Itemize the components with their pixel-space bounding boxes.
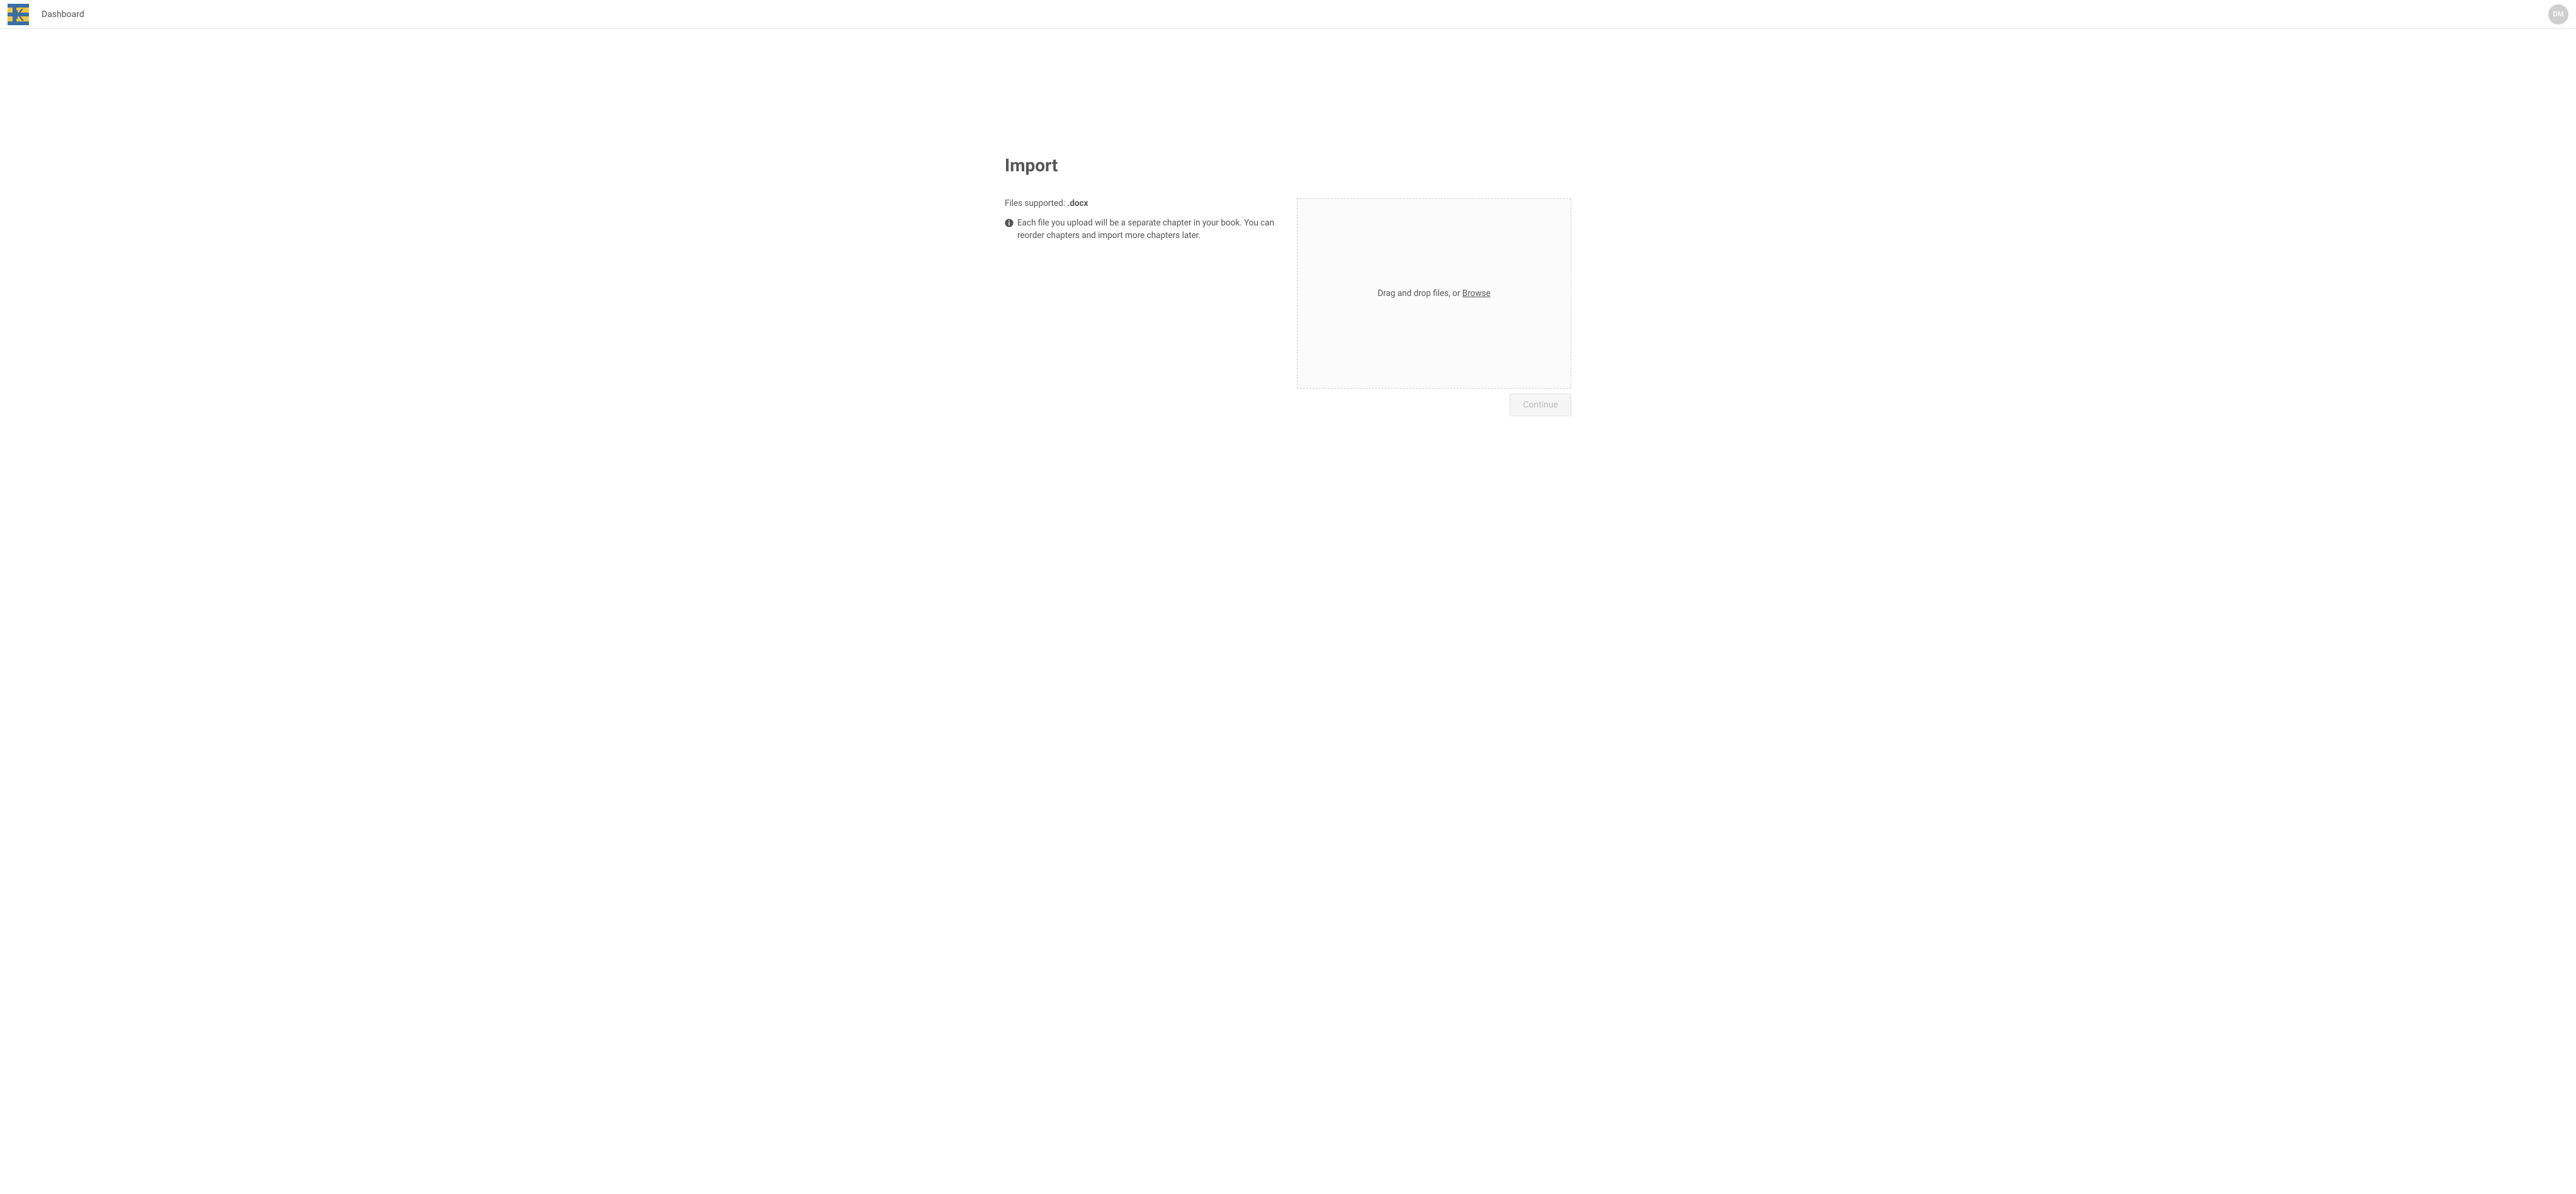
info-note: Each file you upload will be a separate … <box>1005 217 1278 242</box>
app-logo-icon[interactable] <box>8 4 29 25</box>
files-supported-ext: .docx <box>1067 198 1088 208</box>
nav-dashboard-link[interactable]: Dashboard <box>42 9 84 20</box>
continue-button[interactable]: Continue <box>1510 394 1571 416</box>
info-note-text: Each file you upload will be a separate … <box>1017 217 1278 242</box>
import-container: Import Files supported: .docx Each file … <box>1005 155 1571 416</box>
import-body: Files supported: .docx Each file you upl… <box>1005 198 1571 416</box>
action-row: Continue <box>1297 394 1571 416</box>
import-info-column: Files supported: .docx Each file you upl… <box>1005 198 1278 416</box>
browse-link[interactable]: Browse <box>1462 288 1491 298</box>
main-content: Import Files supported: .docx Each file … <box>0 29 2576 416</box>
app-header: Dashboard DM <box>0 0 2576 29</box>
user-avatar[interactable]: DM <box>2548 4 2568 25</box>
dropzone-text: Drag and drop files, or Browse <box>1377 288 1490 298</box>
files-supported-label: Files supported: <box>1005 198 1067 208</box>
dropzone-hint: Drag and drop files, or <box>1377 288 1462 298</box>
files-supported-text: Files supported: .docx <box>1005 198 1278 208</box>
page-title: Import <box>1005 155 1571 176</box>
header-left: Dashboard <box>8 4 84 25</box>
info-icon <box>1005 219 1014 227</box>
file-dropzone[interactable]: Drag and drop files, or Browse <box>1297 198 1571 389</box>
dropzone-column: Drag and drop files, or Browse Continue <box>1297 198 1571 416</box>
